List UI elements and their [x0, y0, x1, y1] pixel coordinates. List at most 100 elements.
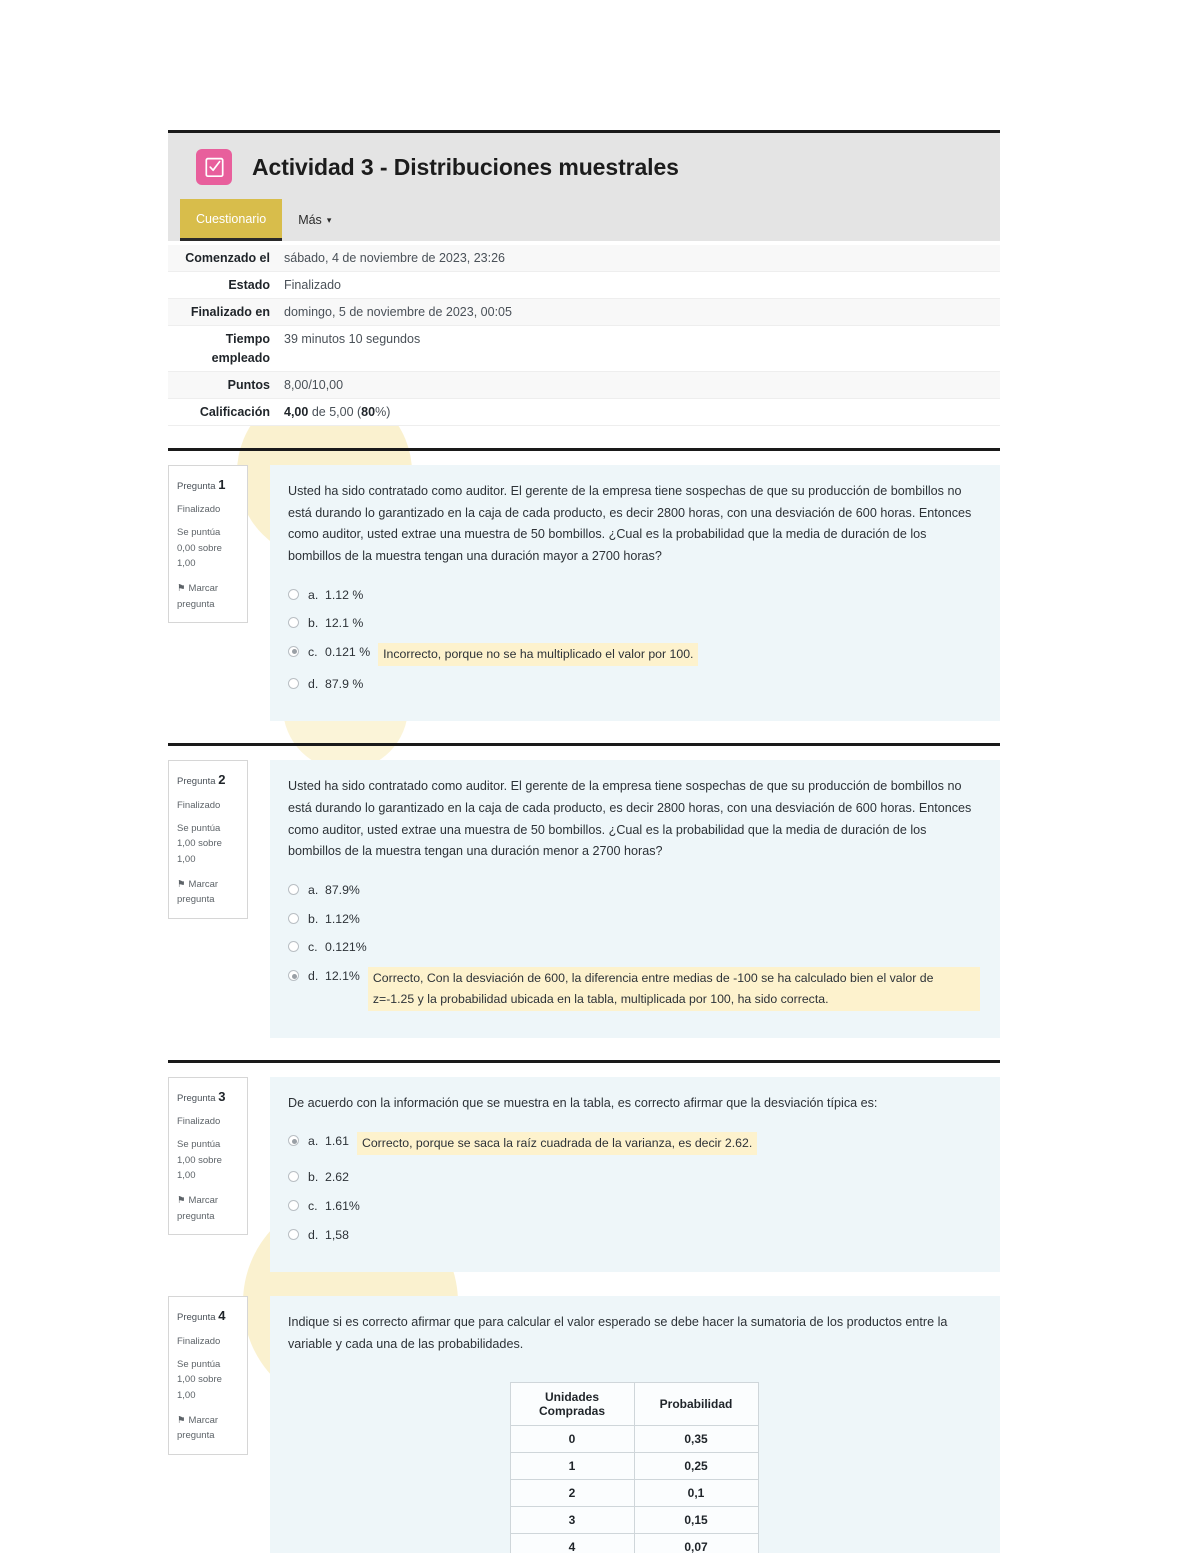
radio-unselected-icon[interactable]	[288, 912, 299, 924]
answer-feedback: Incorrecto, porque no se ha multiplicado…	[378, 642, 699, 666]
grade-suffix: %)	[375, 404, 391, 419]
answer-option[interactable]: b. 1.12%	[288, 910, 980, 930]
grade-mid: de 5,00 (	[308, 404, 362, 419]
radio-unselected-icon[interactable]	[288, 677, 299, 689]
chevron-down-icon: ▾	[326, 214, 332, 225]
table-cell-prob: 0,07	[633, 1532, 759, 1553]
flag-question-3[interactable]: ⚑ Marcar pregunta	[177, 1193, 239, 1224]
answer-feedback: Correcto, Con la desviación de 600, la d…	[367, 967, 980, 1011]
question-number-4: Pregunta 4	[177, 1305, 239, 1326]
question-text-3: De acuerdo con la información que se mue…	[288, 1095, 878, 1110]
table-row: 2 0,1	[509, 1478, 759, 1507]
table-cell-units: 2	[509, 1478, 635, 1507]
question-score-3: Se puntúa 1,00 sobre 1,00	[177, 1138, 222, 1182]
radio-unselected-icon[interactable]	[288, 884, 299, 896]
tab-cuestionario[interactable]: Cuestionario	[180, 199, 283, 241]
question-state-3: Finalizado	[177, 1116, 221, 1128]
radio-unselected-icon[interactable]	[288, 617, 299, 629]
radio-selected-icon[interactable]	[288, 1135, 299, 1147]
question-label: Pregunta	[177, 776, 216, 788]
summary-value: 39 minutos 10 segundos	[284, 332, 421, 347]
answer-option[interactable]: a. 87.9%	[288, 881, 980, 901]
answer-option[interactable]: b. 2.62	[288, 1168, 980, 1188]
table-cell-units: 0	[509, 1424, 635, 1453]
summary-row: Puntos 8,00/10,00	[168, 371, 1000, 399]
tab-bar: Cuestionario Más ▾	[168, 199, 1000, 241]
table-cell-prob: 0,35	[633, 1424, 759, 1453]
answer-option-selected[interactable]: c. 0.121 % Incorrecto, porque no se ha m…	[288, 642, 980, 666]
summary-key: Calificación	[199, 404, 270, 419]
flag-question-2[interactable]: ⚑ Marcar pregunta	[177, 877, 239, 908]
question-state-4: Finalizado	[177, 1335, 221, 1347]
table-row: 4 0,07	[509, 1532, 759, 1553]
answer-letter: a.	[308, 1134, 319, 1149]
answer-option[interactable]: c. 1.61%	[288, 1197, 980, 1217]
grade-percent: 80	[361, 404, 376, 419]
answer-text: 1.61	[325, 1134, 349, 1149]
radio-unselected-icon[interactable]	[288, 1200, 299, 1212]
radio-selected-icon[interactable]	[288, 645, 299, 657]
question-info-4: Pregunta 4 Finalizado Se puntúa 1,00 sob…	[168, 1296, 248, 1455]
table-cell-prob: 0,25	[633, 1451, 759, 1480]
answer-option-selected[interactable]: d. 12.1% Correcto, Con la desviación de …	[288, 967, 980, 1011]
question-body-3: De acuerdo con la información que se mue…	[270, 1076, 1000, 1273]
answer-option[interactable]: b. 12.1 %	[288, 614, 980, 634]
table-cell-prob: 0,1	[633, 1478, 759, 1507]
summary-row: Tiempo empleado 39 minutos 10 segundos	[168, 326, 1000, 372]
summary-value: domingo, 5 de noviembre de 2023, 00:05	[284, 305, 512, 320]
question-index: 1	[218, 476, 226, 492]
tab-cuestionario-label: Cuestionario	[196, 211, 267, 226]
summary-value: Finalizado	[284, 278, 341, 293]
question-info-3: Pregunta 3 Finalizado Se puntúa 1,00 sob…	[168, 1076, 248, 1236]
flag-icon: ⚑	[177, 583, 186, 594]
question-label: Pregunta	[177, 1092, 216, 1104]
activity-header: Actividad 3 - Distribuciones muestrales …	[168, 130, 1000, 241]
question-label: Pregunta	[177, 1312, 216, 1324]
answer-text: 87.9 %	[325, 676, 364, 691]
question-block-2: Pregunta 2 Finalizado Se puntúa 1,00 sob…	[168, 743, 1000, 1038]
answer-list-3: a. 1.61 Correcto, porque se saca la raíz…	[288, 1132, 980, 1245]
answer-letter: c.	[308, 644, 318, 659]
answer-option[interactable]: d. 1,58	[288, 1226, 980, 1246]
answer-letter: d.	[308, 969, 319, 984]
radio-unselected-icon[interactable]	[288, 588, 299, 600]
grade-points: 4,00	[284, 404, 309, 419]
answer-text: 87.9%	[325, 883, 360, 898]
flag-question-1[interactable]: ⚑ Marcar pregunta	[177, 581, 239, 612]
question-text-2: Usted ha sido contratado como auditor. E…	[288, 779, 972, 859]
radio-selected-icon[interactable]	[288, 970, 299, 982]
answer-text: 12.1 %	[325, 616, 364, 631]
radio-unselected-icon[interactable]	[288, 1228, 299, 1240]
question-label: Pregunta	[177, 480, 216, 492]
page-title: Actividad 3 - Distribuciones muestrales	[252, 153, 679, 180]
quiz-review-page: Actividad 3 - Distribuciones muestrales …	[0, 0, 1200, 1553]
answer-letter: b.	[308, 911, 319, 926]
summary-key: Tiempo empleado	[211, 332, 270, 365]
answer-letter: c.	[308, 940, 318, 955]
answer-text: 1.61%	[325, 1199, 360, 1214]
radio-unselected-icon[interactable]	[288, 941, 299, 953]
question-number-1: Pregunta 1	[177, 474, 239, 495]
question-number-2: Pregunta 2	[177, 769, 239, 790]
question-index: 4	[218, 1308, 226, 1324]
answer-option[interactable]: d. 87.9 %	[288, 675, 980, 695]
question-number-3: Pregunta 3	[177, 1086, 239, 1107]
flag-icon: ⚑	[177, 1194, 186, 1206]
summary-row: Comenzado el sábado, 4 de noviembre de 2…	[168, 245, 1000, 272]
answer-text: 1.12%	[325, 911, 360, 926]
flag-question-4[interactable]: ⚑ Marcar pregunta	[177, 1413, 239, 1444]
radio-unselected-icon[interactable]	[288, 1171, 299, 1183]
activity-title-row: Actividad 3 - Distribuciones muestrales	[168, 133, 1000, 199]
summary-value-grade: 4,00 de 5,00 (80%)	[280, 398, 1000, 425]
summary-row: Calificación 4,00 de 5,00 (80%)	[168, 398, 1000, 426]
answer-text: 2.62	[325, 1170, 349, 1185]
answer-option[interactable]: a. 1.12 %	[288, 586, 980, 606]
answer-option[interactable]: c. 0.121%	[288, 938, 980, 958]
answer-option-selected[interactable]: a. 1.61 Correcto, porque se saca la raíz…	[288, 1132, 980, 1156]
question-block-3: Pregunta 3 Finalizado Se puntúa 1,00 sob…	[168, 1059, 1000, 1273]
answer-letter: b.	[308, 616, 319, 631]
table-row: 1 0,25	[509, 1451, 759, 1480]
question-block-4: Pregunta 4 Finalizado Se puntúa 1,00 sob…	[168, 1296, 1000, 1553]
question-info-1: Pregunta 1 Finalizado Se puntúa 0,00 sob…	[168, 464, 248, 624]
tab-mas[interactable]: Más ▾	[282, 199, 347, 241]
